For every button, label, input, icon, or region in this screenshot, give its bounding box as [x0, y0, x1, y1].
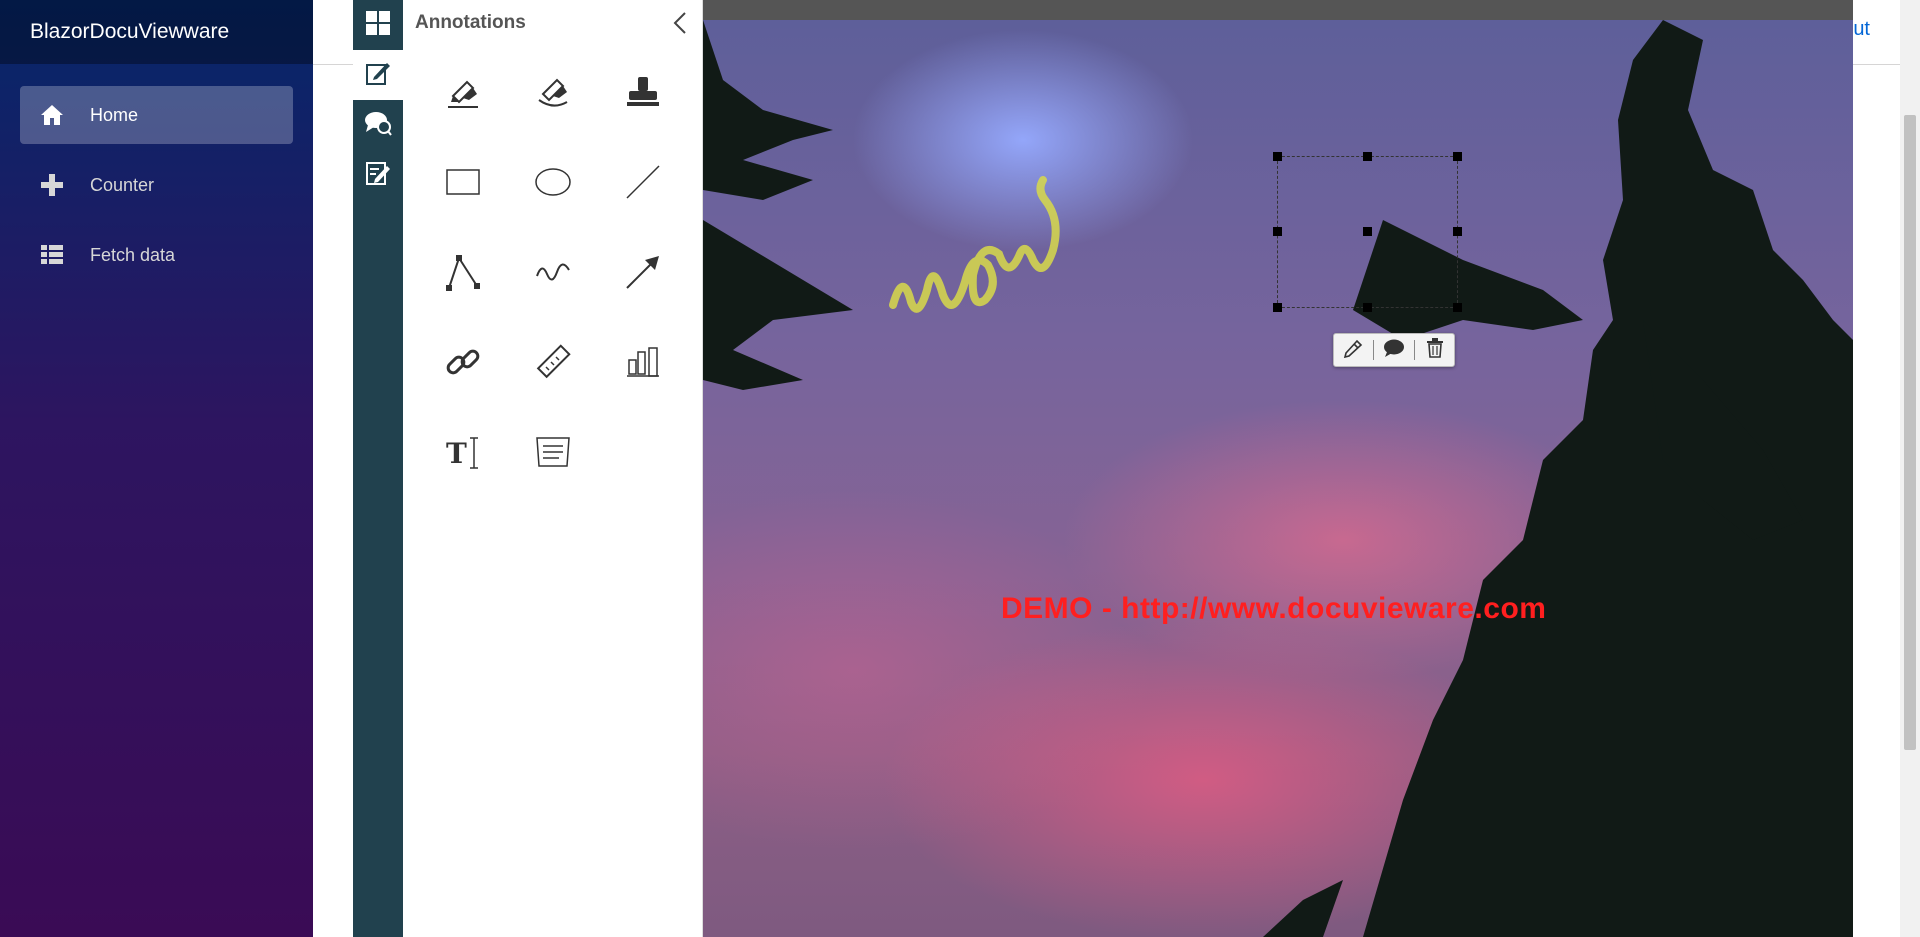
text-tool[interactable]: T	[433, 424, 493, 484]
polyline-icon	[443, 252, 483, 297]
viewer-side-strip	[353, 0, 403, 937]
highlighter-tool[interactable]	[433, 64, 493, 124]
highlighter-icon	[443, 72, 483, 117]
move-handle[interactable]	[1363, 227, 1372, 236]
resize-handle[interactable]	[1453, 227, 1462, 236]
ruler-tool[interactable]	[523, 334, 583, 394]
area-measure-tool[interactable]	[613, 334, 673, 394]
forms-tab[interactable]	[353, 150, 403, 200]
resize-handle[interactable]	[1273, 227, 1282, 236]
annotations-panel: Annotations T	[403, 0, 703, 937]
nav-item-label: Fetch data	[90, 244, 176, 265]
ruler-icon	[533, 342, 573, 387]
docuvieware-viewer: Annotations T DEMO - http://www.docuview…	[353, 0, 1853, 937]
scrollbar-thumb[interactable]	[1904, 115, 1916, 750]
resize-handle[interactable]	[1363, 303, 1372, 312]
toolbar-separator	[1372, 340, 1374, 360]
resize-handle[interactable]	[1453, 152, 1462, 161]
nav-item-counter[interactable]: Counter	[20, 156, 293, 214]
link-tool[interactable]	[433, 334, 493, 394]
brand-title[interactable]: BlazorDocuViewware	[0, 0, 313, 64]
about-link[interactable]: ut	[1853, 18, 1870, 41]
page-scrollbar[interactable]	[1900, 0, 1920, 937]
document-area[interactable]: DEMO - http://www.docuvieware.com	[703, 0, 1853, 937]
delete-icon	[1426, 337, 1444, 363]
edit-annotation-button[interactable]	[1336, 337, 1370, 363]
resize-handle[interactable]	[1453, 303, 1462, 312]
line-tool[interactable]	[613, 154, 673, 214]
arrow-icon	[623, 252, 663, 297]
nav-list: Home Counter Fetch data	[0, 64, 313, 284]
nav-menu: BlazorDocuViewware Home Counter Fetch da…	[0, 0, 313, 937]
list-icon	[38, 241, 66, 269]
thumbnails-icon	[365, 10, 391, 41]
comment-annotation-button[interactable]	[1377, 337, 1411, 363]
chevron-left-icon	[670, 12, 690, 40]
area-measure-icon	[623, 342, 663, 387]
annotations-tab[interactable]	[353, 50, 403, 100]
ellipse-tool[interactable]	[523, 154, 583, 214]
toolbar-separator	[1414, 340, 1416, 360]
thumbnails-tab[interactable]	[353, 0, 403, 50]
line-icon	[623, 162, 663, 207]
comments-icon	[364, 110, 392, 141]
eraser-highlighter-icon	[533, 72, 573, 117]
sticky-note-tool[interactable]	[523, 424, 583, 484]
ellipse-icon	[533, 162, 573, 207]
edit-icon	[1343, 338, 1363, 363]
freehand-icon	[533, 252, 573, 297]
demo-watermark: DEMO - http://www.docuvieware.com	[1001, 592, 1547, 625]
plus-icon	[38, 171, 66, 199]
rectangle-tool[interactable]	[433, 154, 493, 214]
resize-handle[interactable]	[1363, 152, 1372, 161]
eraser-highlighter-tool[interactable]	[523, 64, 583, 124]
resize-handle[interactable]	[1273, 152, 1282, 161]
panel-title: Annotations	[415, 12, 526, 33]
nav-item-label: Home	[90, 104, 139, 125]
freehand-tool[interactable]	[523, 244, 583, 304]
stamp-icon	[623, 72, 663, 117]
comments-tab[interactable]	[353, 100, 403, 150]
annotation-toolbar	[1333, 333, 1455, 367]
delete-annotation-button[interactable]	[1418, 337, 1452, 363]
forms-icon	[365, 160, 391, 191]
arrow-tool[interactable]	[613, 244, 673, 304]
resize-handle[interactable]	[1273, 303, 1282, 312]
polyline-tool[interactable]	[433, 244, 493, 304]
svg-text:T: T	[446, 437, 467, 470]
annotation-selection-box[interactable]	[1273, 152, 1462, 312]
comment-icon	[1383, 338, 1405, 363]
nav-item-home[interactable]: Home	[20, 86, 293, 144]
nav-item-label: Counter	[90, 174, 155, 195]
home-icon	[38, 101, 66, 129]
stamp-tool[interactable]	[613, 64, 673, 124]
collapse-panel-button[interactable]	[670, 10, 690, 36]
rectangle-icon	[443, 162, 483, 207]
text-icon: T	[443, 432, 483, 477]
sticky-note-icon	[533, 432, 573, 477]
link-icon	[443, 342, 483, 387]
nav-item-fetch-data[interactable]: Fetch data	[20, 226, 293, 284]
annotations-icon	[365, 60, 391, 91]
